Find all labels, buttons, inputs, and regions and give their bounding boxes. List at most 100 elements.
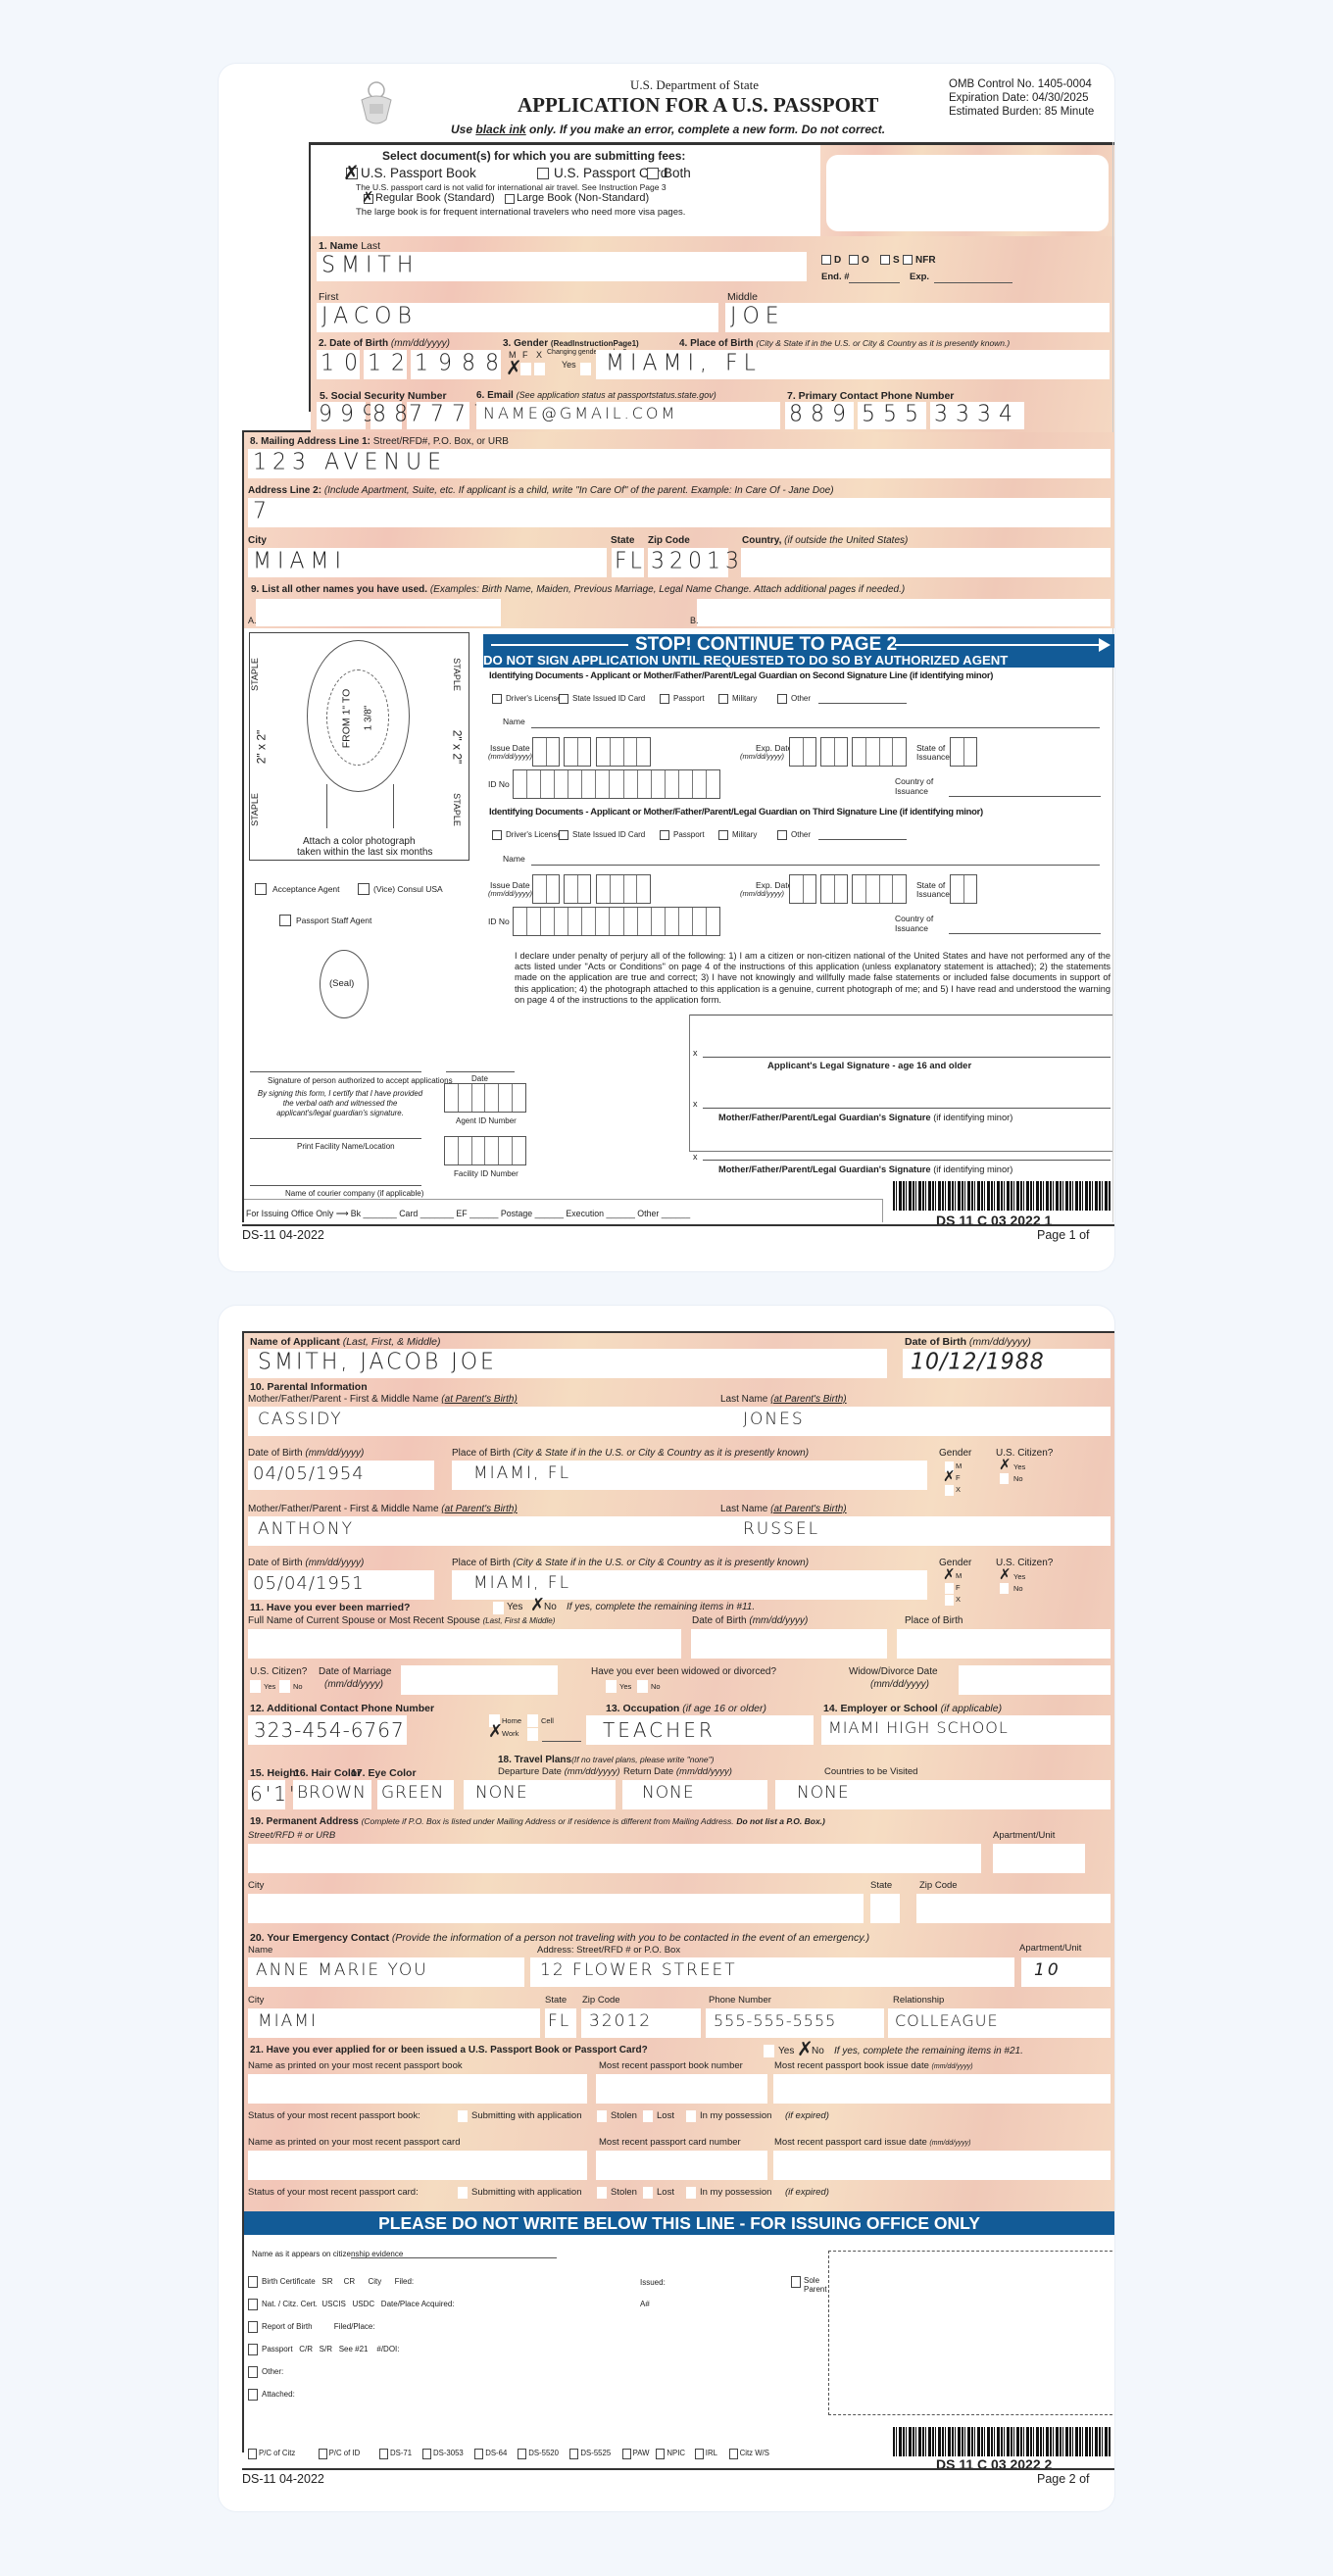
changing-gender-checkbox[interactable] bbox=[580, 363, 591, 375]
attached-checkbox[interactable] bbox=[248, 2389, 258, 2401]
widow-date-field[interactable] bbox=[959, 1665, 1111, 1695]
code-ds-71-checkbox[interactable] bbox=[379, 2449, 388, 2459]
birth-certificate-checkbox[interactable] bbox=[248, 2276, 258, 2288]
nfr-checkbox[interactable] bbox=[903, 255, 913, 265]
iddocs2-military-checkbox[interactable] bbox=[718, 694, 728, 704]
iddocs3-other-checkbox[interactable] bbox=[777, 830, 787, 840]
spouse-pob-field[interactable] bbox=[897, 1629, 1111, 1659]
id-docs-second-issue-month[interactable] bbox=[532, 737, 560, 767]
id-docs-third-issue-day[interactable] bbox=[564, 874, 591, 904]
card-number-field[interactable] bbox=[596, 2151, 767, 2180]
country-field[interactable] bbox=[741, 548, 1111, 577]
book-status-stolen-checkbox[interactable] bbox=[597, 2110, 607, 2122]
facility-name-line[interactable] bbox=[250, 1138, 421, 1139]
spouse-dob-field[interactable] bbox=[691, 1629, 887, 1659]
code-ds-64-checkbox[interactable] bbox=[474, 2449, 484, 2459]
facility-id-field[interactable] bbox=[444, 1136, 526, 1165]
widowed-yes-checkbox[interactable] bbox=[606, 1680, 617, 1693]
id-docs-third-exp-month[interactable] bbox=[789, 874, 816, 904]
id-docs-third-issue-month[interactable] bbox=[532, 874, 560, 904]
code-citz-w-s-checkbox[interactable] bbox=[728, 2449, 738, 2459]
other-checkbox[interactable] bbox=[248, 2366, 258, 2378]
acceptance-agent-checkbox[interactable] bbox=[255, 883, 267, 895]
id-docs-third-id-field[interactable] bbox=[513, 907, 720, 936]
widowed-no-checkbox[interactable] bbox=[637, 1680, 648, 1693]
iddocs3-driver-s-license-checkbox[interactable] bbox=[492, 830, 502, 840]
id-docs-third-exp-day[interactable] bbox=[820, 874, 848, 904]
iddocs2-passport-checkbox[interactable] bbox=[660, 694, 669, 704]
parent-signature-1-line[interactable] bbox=[703, 1108, 1111, 1109]
vice-consul-checkbox[interactable] bbox=[358, 883, 370, 895]
iddocs2-state-issued-id-card-checkbox[interactable] bbox=[559, 694, 568, 704]
other-name-b-field[interactable] bbox=[697, 599, 1111, 626]
permanent-apt-field[interactable] bbox=[993, 1844, 1085, 1873]
parent-2-gender-f-checkbox[interactable] bbox=[945, 1583, 954, 1594]
code-p-c-of-id-checkbox[interactable] bbox=[318, 2449, 327, 2459]
o-checkbox[interactable] bbox=[849, 255, 859, 265]
id-docs-second-issue-day[interactable] bbox=[564, 737, 591, 767]
iddocs2-other-checkbox[interactable] bbox=[777, 694, 787, 704]
both-checkbox[interactable] bbox=[647, 168, 659, 179]
code-ds-5520-checkbox[interactable] bbox=[518, 2449, 527, 2459]
iddocs3-passport-checkbox[interactable] bbox=[660, 830, 669, 840]
card-status-stolen-checkbox[interactable] bbox=[597, 2187, 607, 2199]
applicant-signature-line[interactable] bbox=[703, 1057, 1111, 1058]
large-book-checkbox[interactable] bbox=[505, 194, 515, 204]
iddocs3-state-issued-id-card-checkbox[interactable] bbox=[559, 830, 568, 840]
id-docs-second-state-field[interactable] bbox=[950, 737, 977, 767]
gender-x-checkbox[interactable] bbox=[534, 363, 545, 375]
code-paw-checkbox[interactable] bbox=[621, 2449, 631, 2459]
book-number-field[interactable] bbox=[596, 2074, 767, 2104]
permanent-city-field[interactable] bbox=[248, 1894, 864, 1923]
date-line[interactable] bbox=[446, 1071, 515, 1072]
id-docs-second-id-field[interactable] bbox=[513, 769, 720, 799]
spouse-citizen-no-checkbox[interactable] bbox=[279, 1680, 290, 1693]
passport-staff-agent-checkbox[interactable] bbox=[279, 915, 291, 926]
card-name-field[interactable] bbox=[248, 2151, 587, 2180]
book-name-field[interactable] bbox=[248, 2074, 587, 2104]
iddocs2-driver-s-license-checkbox[interactable] bbox=[492, 694, 502, 704]
sole-parent-checkbox[interactable] bbox=[791, 2276, 801, 2288]
iddocs3-military-checkbox[interactable] bbox=[718, 830, 728, 840]
spouse-citizen-yes-checkbox[interactable] bbox=[250, 1680, 261, 1693]
prior-passport-yes-checkbox[interactable] bbox=[764, 2045, 774, 2057]
agent-id-field[interactable] bbox=[444, 1083, 526, 1113]
marriage-date-field[interactable] bbox=[401, 1665, 558, 1695]
id-docs-second-exp-day[interactable] bbox=[820, 737, 848, 767]
parent-signature-2-line[interactable] bbox=[703, 1160, 1111, 1161]
permanent-state-field[interactable] bbox=[870, 1894, 900, 1923]
card-status-lost-checkbox[interactable] bbox=[643, 2187, 653, 2199]
passport-checkbox[interactable] bbox=[248, 2344, 258, 2355]
code-npic-checkbox[interactable] bbox=[656, 2449, 666, 2459]
s-checkbox[interactable] bbox=[880, 255, 890, 265]
code-ds-5525-checkbox[interactable] bbox=[569, 2449, 579, 2459]
code-ds-3053-checkbox[interactable] bbox=[422, 2449, 431, 2459]
id-docs-third-state-field[interactable] bbox=[950, 874, 977, 904]
parent-2-citizen-no-checkbox[interactable] bbox=[1000, 1583, 1009, 1594]
card-date-field[interactable] bbox=[773, 2151, 1111, 2180]
contact-cell-checkbox[interactable] bbox=[527, 1714, 538, 1727]
code-p-c-of-citz-checkbox[interactable] bbox=[248, 2449, 257, 2459]
parent-1-gender-x-checkbox[interactable] bbox=[945, 1485, 954, 1496]
contact-other-checkbox[interactable] bbox=[527, 1728, 538, 1741]
book-status-in-my-possession-checkbox[interactable] bbox=[686, 2110, 696, 2122]
courier-line[interactable] bbox=[250, 1185, 421, 1186]
permanent-zip-field[interactable] bbox=[916, 1894, 1111, 1923]
authorized-signature-line[interactable] bbox=[250, 1071, 421, 1072]
passport-card-checkbox[interactable] bbox=[537, 168, 549, 179]
card-status-submitting-with-application-checkbox[interactable] bbox=[458, 2187, 468, 2199]
report-of-birth-checkbox[interactable] bbox=[248, 2321, 258, 2333]
id-docs-third-exp-year[interactable] bbox=[852, 874, 907, 904]
spouse-name-field[interactable] bbox=[248, 1629, 681, 1659]
book-date-field[interactable] bbox=[773, 2074, 1111, 2104]
married-yes-checkbox[interactable] bbox=[493, 1602, 504, 1614]
id-docs-second-exp-year[interactable] bbox=[852, 737, 907, 767]
book-status-submitting-with-application-checkbox[interactable] bbox=[458, 2110, 468, 2122]
parent-1-citizen-no-checkbox[interactable] bbox=[1000, 1473, 1009, 1484]
other-name-a-field[interactable] bbox=[256, 599, 501, 626]
permanent-street-field[interactable] bbox=[248, 1844, 981, 1873]
id-docs-second-exp-month[interactable] bbox=[789, 737, 816, 767]
code-irl-checkbox[interactable] bbox=[694, 2449, 704, 2459]
mailing-line2-field[interactable] bbox=[248, 498, 1111, 527]
id-docs-third-issue-year[interactable] bbox=[596, 874, 651, 904]
